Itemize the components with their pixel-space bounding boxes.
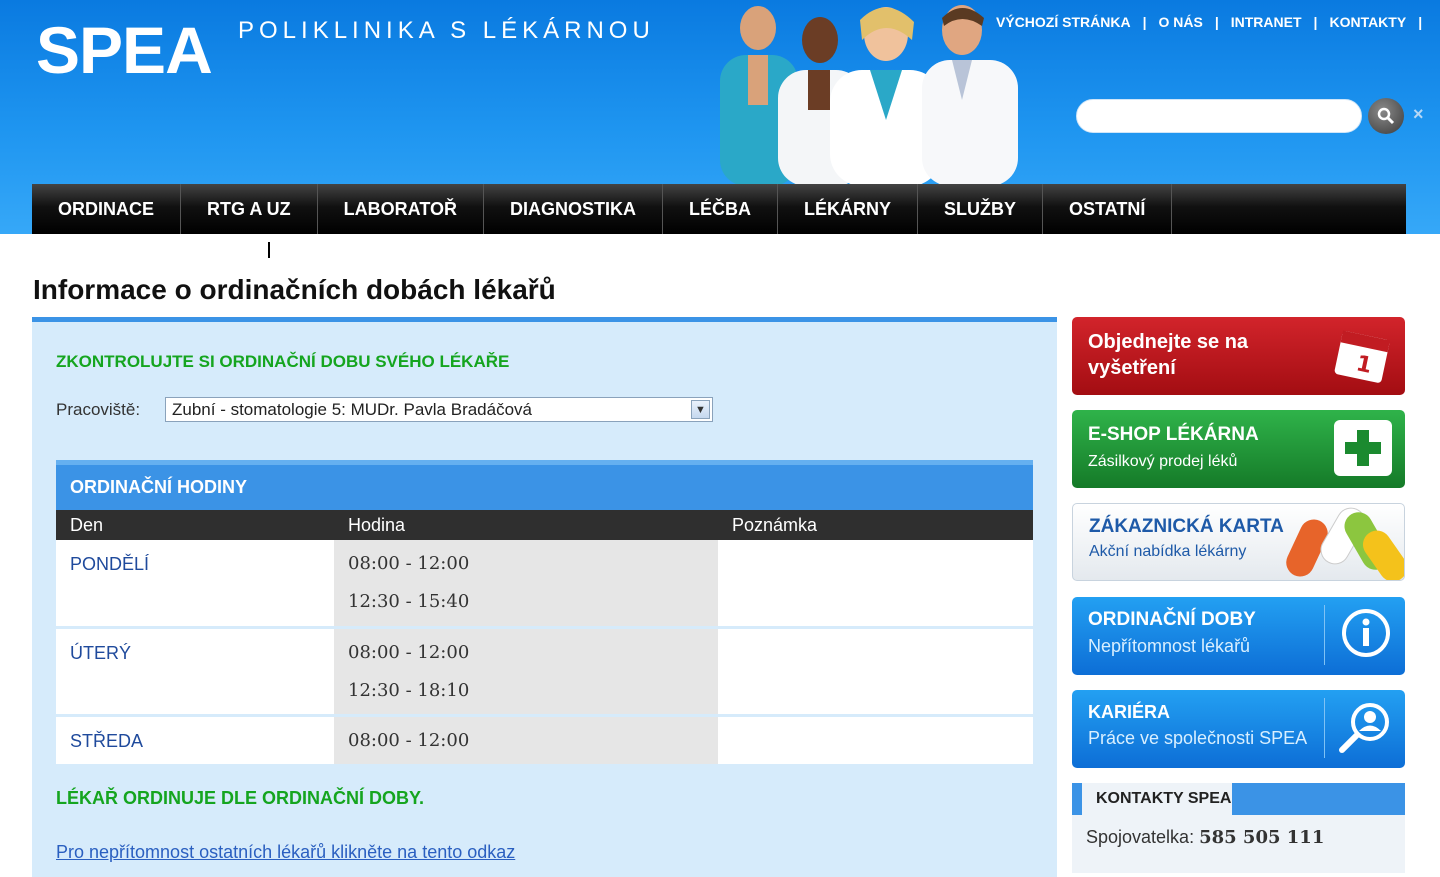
hours-table: ORDINAČNÍ HODINY Den Hodina Poznámka PON…: [56, 460, 1033, 767]
card-sub: Akční nabídka lékárny: [1089, 543, 1247, 560]
plus-icon: [1334, 420, 1392, 476]
text-cursor: [268, 242, 270, 258]
chevron-down-icon[interactable]: ▼: [691, 400, 710, 419]
nav-item-sluzby[interactable]: SLUŽBY: [918, 184, 1044, 234]
workplace-label: Pracoviště:: [56, 400, 141, 419]
hours-table-title: ORDINAČNÍ HODINY: [56, 460, 1033, 510]
row-day: ÚTERÝ: [70, 643, 132, 663]
row-note: [718, 629, 1033, 714]
contacts-title: KONTAKTY SPEA: [1082, 783, 1232, 815]
hour-range: 08:00 - 12:00: [348, 730, 470, 751]
eshop-sub: Zásilkový prodej léků: [1088, 453, 1238, 470]
order-title-line2: vyšetření: [1088, 357, 1176, 379]
nav-item-lekarny[interactable]: LÉKÁRNY: [778, 184, 919, 234]
nav-item-lecba[interactable]: LÉČBA: [663, 184, 778, 234]
row-note: [718, 540, 1033, 626]
search-button[interactable]: [1368, 98, 1404, 134]
divider: [1324, 605, 1325, 665]
divider: [1324, 698, 1325, 758]
nav-item-ostatni[interactable]: OSTATNÍ: [1043, 184, 1173, 234]
absence-link[interactable]: Pro nepřítomnost ostatních lékařů klikně…: [56, 842, 515, 863]
hour-range: 08:00 - 12:00: [348, 553, 470, 574]
column-header-hour: Hodina: [348, 514, 406, 535]
clear-search-icon[interactable]: ×: [1413, 104, 1424, 125]
eshop-title: E-SHOP LÉKÁRNA: [1088, 424, 1259, 445]
career-title: KARIÉRA: [1088, 702, 1171, 722]
column-header-day: Den: [70, 514, 104, 535]
customer-card-button[interactable]: ZÁKAZNICKÁ KARTA Akční nabídka lékárny: [1072, 503, 1405, 581]
contacts-header: KONTAKTY SPEA: [1072, 783, 1405, 815]
search-input[interactable]: [1076, 99, 1362, 133]
row-day: STŘEDA: [70, 731, 144, 751]
row-hours: 08:00 - 12:00 12:30 - 18:10: [334, 629, 718, 714]
top-link-about[interactable]: O NÁS: [1158, 14, 1202, 30]
check-title: ZKONTROLUJTE SI ORDINAČNÍ DOBU SVÉHO LÉK…: [56, 352, 510, 371]
career-sub: Práce ve společnosti SPEA: [1088, 728, 1308, 748]
site-tagline: POLIKLINIKA S LÉKÁRNOU: [238, 17, 655, 44]
nav-item-diagnostika[interactable]: DIAGNOSTIKA: [484, 184, 663, 234]
contacts-line: Spojovatelka: 585 505 111: [1072, 815, 1405, 860]
hour-range: 12:30 - 15:40: [348, 591, 470, 612]
nav-item-ordinace[interactable]: ORDINACE: [32, 184, 182, 234]
top-link-home[interactable]: VÝCHOZÍ STRÁNKA: [996, 14, 1131, 30]
office-hours-button[interactable]: ORDINAČNÍ DOBY Nepřítomnost lékařů: [1072, 597, 1405, 675]
calendar-icon: 1: [1334, 330, 1391, 383]
row-day: PONDĚLÍ: [70, 554, 150, 574]
switchboard-label: Spojovatelka:: [1086, 827, 1195, 847]
nav-item-rtg[interactable]: RTG A UZ: [181, 184, 318, 234]
column-header-note: Poznámka: [732, 514, 818, 535]
row-hours: 08:00 - 12:00 12:30 - 15:40: [334, 540, 718, 626]
top-links: VÝCHOZÍ STRÁNKA | O NÁS | INTRANET | KONTAK…: [996, 14, 1423, 30]
contacts-box: KONTAKTY SPEA Spojovatelka: 585 505 111: [1072, 783, 1405, 873]
doctors-illustration: [720, 5, 1018, 186]
order-appointment-button[interactable]: Objednejte se na vyšetření 1: [1072, 317, 1405, 395]
magnifier-person-icon: [1339, 703, 1389, 753]
main-nav: ORDINACE RTG A UZ LABORATOŘ DIAGNOSTIKA …: [32, 184, 1406, 234]
workplace-select[interactable]: Zubní - stomatologie 5: MUDr. Pavla Brad…: [165, 397, 713, 422]
eshop-button[interactable]: E-SHOP LÉKÁRNA Zásilkový prodej léků: [1072, 410, 1405, 488]
switchboard-phone[interactable]: 585 505 111: [1199, 827, 1324, 848]
top-link-contacts[interactable]: KONTAKTY: [1329, 14, 1406, 30]
hour-range: 12:30 - 18:10: [348, 680, 470, 701]
row-hours: 08:00 - 12:00: [334, 717, 718, 764]
workplace-selected-value: Zubní - stomatologie 5: MUDr. Pavla Brad…: [172, 400, 532, 419]
hours-table-header: Den Hodina Poznámka: [56, 510, 1033, 540]
row-note: [718, 717, 1033, 764]
main-panel: ZKONTROLUJTE SI ORDINAČNÍ DOBU SVÉHO LÉK…: [32, 317, 1057, 877]
table-row: ÚTERÝ 08:00 - 12:00 12:30 - 18:10: [56, 629, 1033, 717]
info-icon: [1342, 609, 1390, 657]
spea-logo[interactable]: SPEA: [36, 12, 213, 88]
page-title: Informace o ordinačních dobách lékařů: [33, 274, 556, 305]
order-title-line1: Objednejte se na: [1088, 331, 1249, 353]
card-title: ZÁKAZNICKÁ KARTA: [1089, 516, 1284, 537]
table-row: PONDĚLÍ 08:00 - 12:00 12:30 - 15:40: [56, 540, 1033, 629]
pills-icon: [1286, 507, 1404, 580]
table-row: STŘEDA 08:00 - 12:00: [56, 717, 1033, 767]
office-hours-sub: Nepřítomnost lékařů: [1088, 636, 1251, 656]
nav-item-laborator[interactable]: LABORATOŘ: [318, 184, 484, 234]
top-link-intranet[interactable]: INTRANET: [1231, 14, 1302, 30]
doctor-note: LÉKAŘ ORDINUJE DLE ORDINAČNÍ DOBY.: [56, 788, 425, 808]
office-hours-title: ORDINAČNÍ DOBY: [1088, 609, 1256, 630]
hour-range: 08:00 - 12:00: [348, 642, 470, 663]
career-button[interactable]: KARIÉRA Práce ve společnosti SPEA: [1072, 690, 1405, 768]
order-title: Objednejte se na vyšetření: [1088, 329, 1248, 381]
search-icon: [1377, 107, 1395, 125]
